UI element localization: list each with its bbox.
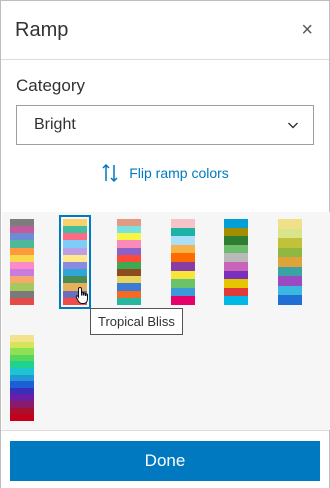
ramp-swatch xyxy=(10,226,34,234)
category-selected-value: Bright xyxy=(34,116,76,133)
color-ramp-6[interactable] xyxy=(278,219,302,305)
ramp-swatch xyxy=(10,401,34,408)
ramp-swatch xyxy=(10,240,34,248)
ramp-swatch xyxy=(224,219,248,228)
ramp-swatch xyxy=(10,247,34,255)
ramp-swatch xyxy=(117,247,141,255)
ramp-swatch xyxy=(63,254,87,262)
category-label: Category xyxy=(16,76,85,95)
ramp-swatch xyxy=(63,219,87,227)
ramp-swatch xyxy=(10,276,34,284)
ramp-swatch xyxy=(171,270,195,280)
ramp-swatch xyxy=(63,233,87,241)
ramp-swatch xyxy=(117,283,141,291)
ramp-swatch xyxy=(278,219,302,229)
ramp-swatch xyxy=(171,253,195,262)
ramp-swatch xyxy=(278,266,302,277)
ramp-swatch xyxy=(117,261,141,270)
close-icon[interactable]: × xyxy=(301,20,313,40)
ramp-swatch xyxy=(171,261,195,271)
ramp-swatch xyxy=(117,269,141,277)
ramp-swatch xyxy=(278,285,302,296)
ramp-swatch xyxy=(117,226,141,234)
ramp-swatch xyxy=(10,297,34,305)
ramp-swatch xyxy=(10,290,34,298)
dialog-header: Ramp × xyxy=(1,1,329,60)
category-section: Category Bright Flip ramp colors xyxy=(1,60,329,183)
ramp-swatch xyxy=(63,269,87,277)
ramp-swatch xyxy=(278,228,302,239)
ramp-swatch xyxy=(224,270,248,280)
ramp-swatch xyxy=(10,254,34,262)
hand-pointer-icon xyxy=(75,286,88,304)
swap-vertical-icon xyxy=(102,163,118,183)
ramp-swatch xyxy=(117,290,141,298)
ramp-swatch xyxy=(10,414,34,421)
ramp-swatch xyxy=(10,368,34,375)
ramp-swatch xyxy=(224,261,248,271)
ramp-swatch xyxy=(224,244,248,254)
ramp-swatch xyxy=(224,253,248,262)
flip-ramp-colors-label: Flip ramp colors xyxy=(129,165,229,181)
ramp-swatch xyxy=(10,407,34,415)
color-ramp-5[interactable] xyxy=(224,219,248,305)
ramp-swatch xyxy=(10,387,34,395)
ramp-swatch xyxy=(10,348,34,355)
ramp-swatch xyxy=(171,287,195,297)
ramp-swatch xyxy=(278,247,302,258)
ramp-swatch xyxy=(63,240,87,248)
done-button[interactable]: Done xyxy=(10,441,320,481)
ramp-swatch xyxy=(171,244,195,254)
ramp-swatch xyxy=(171,219,195,228)
color-ramp-7[interactable] xyxy=(10,335,34,421)
ramp-swatch xyxy=(10,394,34,402)
ramp-swatch xyxy=(278,238,302,248)
ramp-swatch xyxy=(278,276,302,286)
ramp-swatch xyxy=(224,227,248,237)
ramp-swatch xyxy=(63,247,87,255)
ramp-swatch xyxy=(63,226,87,234)
ramp-swatch xyxy=(10,233,34,241)
ramp-swatch xyxy=(10,374,34,382)
ramp-swatch xyxy=(117,233,141,241)
ramp-panel: Ramp × Category Bright Flip ramp colors … xyxy=(0,0,330,488)
ramp-swatch xyxy=(117,254,141,262)
ramp-tooltip: Tropical Bliss xyxy=(90,308,183,335)
ramp-swatch xyxy=(10,219,34,227)
category-select[interactable]: Bright xyxy=(16,105,314,145)
ramp-swatch xyxy=(278,295,302,305)
ramp-swatch xyxy=(224,287,248,297)
color-ramp-3[interactable] xyxy=(117,219,141,305)
ramp-swatch xyxy=(171,236,195,245)
ramp-swatch xyxy=(10,354,34,362)
ramp-swatch xyxy=(171,296,195,305)
color-ramp-4[interactable] xyxy=(171,219,195,305)
color-ramp-1[interactable] xyxy=(10,219,34,305)
ramp-swatch xyxy=(63,261,87,270)
ramp-swatch xyxy=(10,361,34,369)
dialog-title: Ramp xyxy=(15,18,69,41)
chevron-down-icon xyxy=(288,122,298,129)
ramp-swatch xyxy=(117,240,141,248)
ramp-swatch xyxy=(224,279,248,288)
ramp-swatch xyxy=(10,381,34,388)
ramp-swatch xyxy=(171,279,195,288)
ramp-swatch xyxy=(224,236,248,245)
ramp-swatch xyxy=(10,261,34,270)
flip-ramp-colors-button[interactable]: Flip ramp colors xyxy=(16,163,314,183)
dialog-footer: Done xyxy=(1,430,329,488)
ramp-swatch xyxy=(278,257,302,267)
ramp-swatch xyxy=(117,219,141,227)
ramp-swatch xyxy=(10,283,34,291)
ramp-swatch xyxy=(10,269,34,277)
ramp-swatch xyxy=(10,341,34,349)
ramp-swatch xyxy=(117,276,141,284)
ramp-swatch xyxy=(63,276,87,284)
ramp-swatch xyxy=(224,296,248,305)
ramp-swatch xyxy=(117,297,141,305)
ramp-swatch xyxy=(171,227,195,237)
ramp-swatch xyxy=(10,335,34,342)
